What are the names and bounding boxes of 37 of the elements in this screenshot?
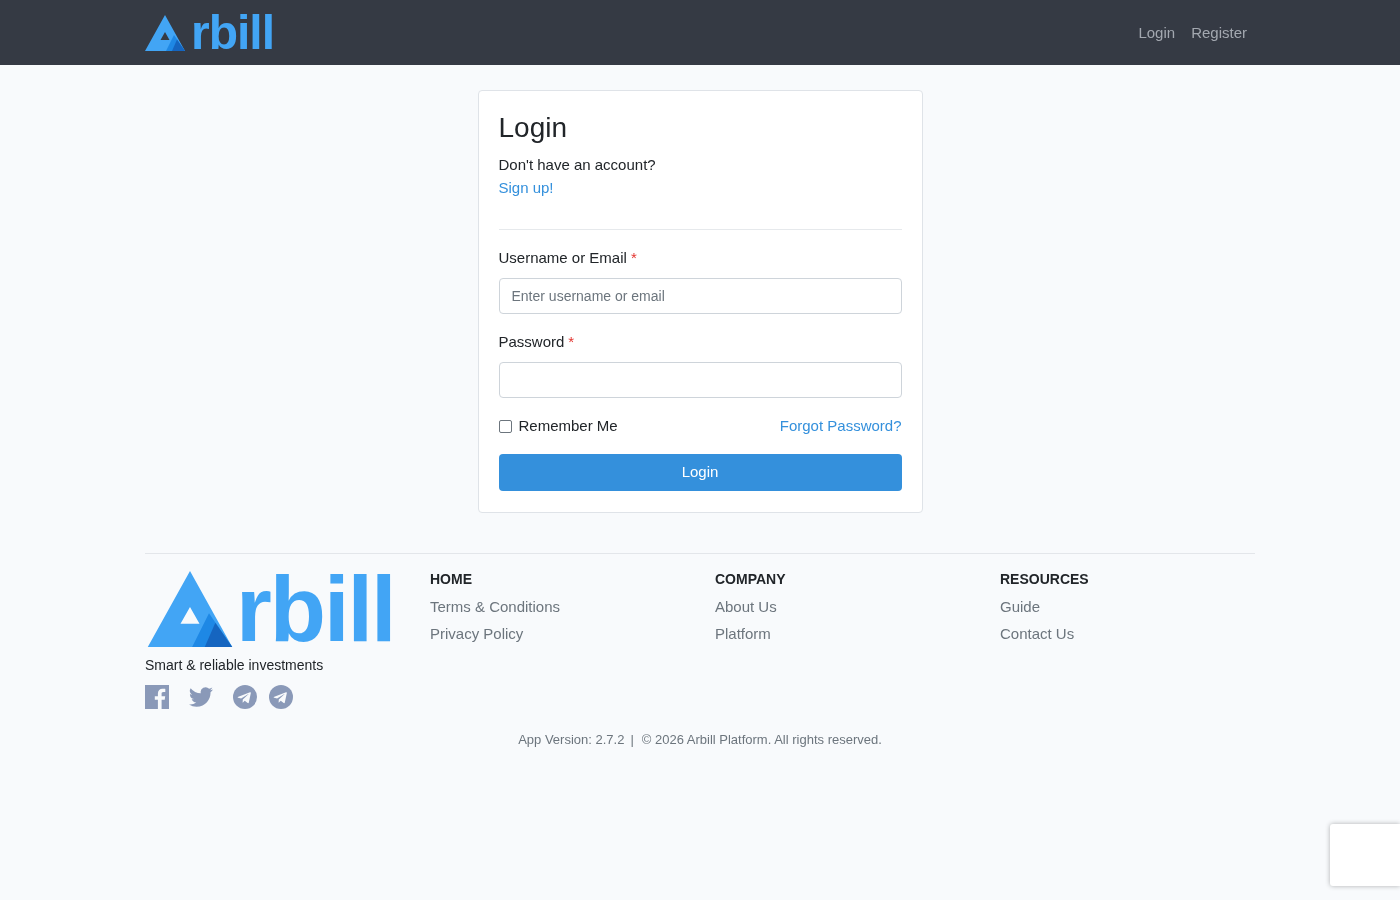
logo-triangle-icon [145, 14, 185, 51]
facebook-icon[interactable] [145, 685, 169, 709]
input-field[interactable] [498, 362, 902, 398]
tagline: Smart & reliable investments [145, 656, 325, 675]
login-title: Login [498, 111, 568, 145]
copyright: © 2026 Arbill Platform. All rights reserved. [641, 731, 882, 749]
nav-link[interactable]: Register [1183, 21, 1255, 44]
paper-plane-icon[interactable] [233, 685, 257, 709]
field-label: Password [498, 332, 565, 352]
checkbox-label: Remember Me [518, 416, 618, 436]
required-mark: * [568, 332, 575, 352]
app-version: App Version: 2.7.2 [518, 731, 625, 749]
paper-plane-icon[interactable] [269, 685, 293, 709]
footer-link[interactable]: About Us [715, 596, 777, 618]
field-label: Username or Email [498, 248, 627, 268]
required-mark: * [630, 248, 637, 268]
footer-link[interactable]: Privacy Policy [430, 623, 524, 645]
logo-text: rbill [236, 571, 395, 647]
logo-triangle-icon [145, 571, 235, 647]
nav-link[interactable]: Login [1130, 21, 1184, 44]
footer-link[interactable]: Contact Us [1000, 623, 1075, 645]
checkbox[interactable] [498, 419, 512, 433]
bird-icon[interactable] [189, 685, 213, 709]
forgot-password-link[interactable]: Forgot Password? [779, 415, 902, 437]
floating-panel [1330, 824, 1400, 886]
footer-link[interactable]: Guide [1000, 596, 1041, 618]
input-field[interactable]: Enter username or email [498, 278, 902, 314]
footer-link[interactable]: Platform [715, 623, 771, 645]
column-heading: HOME [430, 570, 473, 589]
footer-link[interactable]: Terms & Conditions [430, 596, 561, 618]
logo-text: rbill [191, 12, 274, 53]
column-heading: RESOURCES [1000, 570, 1090, 589]
login-button[interactable]: Login [498, 454, 902, 491]
signup-prompt: Don't have an account? Sign up! [498, 155, 657, 198]
signup-link[interactable]: Sign up! [498, 179, 554, 196]
column-heading: COMPANY [715, 570, 787, 589]
separator: | [630, 731, 634, 749]
